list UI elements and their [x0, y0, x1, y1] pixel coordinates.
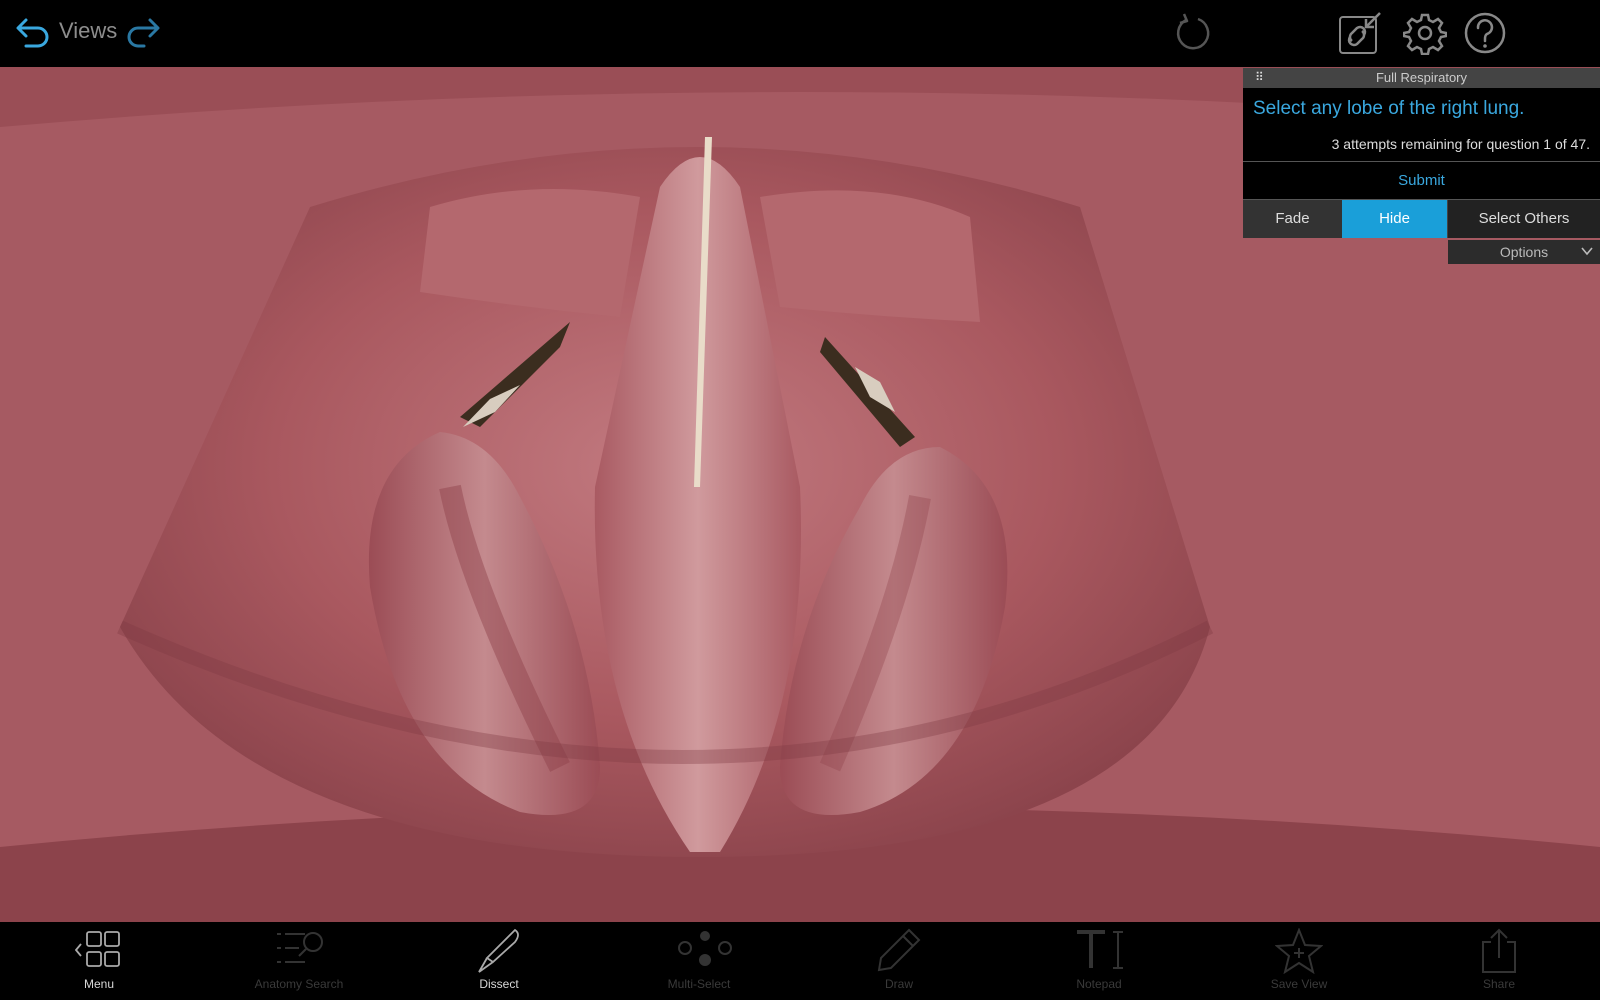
pencil-icon — [877, 928, 921, 972]
undo-arrow-icon[interactable] — [12, 16, 52, 50]
tool-label: Share — [1482, 977, 1516, 991]
quiz-header[interactable]: ⠿ Full Respiratory — [1243, 68, 1600, 88]
quiz-mode-selector: Fade Hide Select Others — [1243, 200, 1600, 238]
menu-button[interactable]: Menu — [34, 922, 164, 1000]
bottom-toolbar: Menu Anatomy Search Dissect Multi-Select — [0, 922, 1600, 1000]
quiz-attempts: 3 attempts remaining for question 1 of 4… — [1331, 136, 1590, 152]
tool-label: Menu — [83, 977, 115, 991]
save-view-button[interactable]: Save View — [1234, 922, 1364, 1000]
star-icon — [1275, 928, 1323, 974]
redo-arrow-icon[interactable] — [124, 16, 164, 50]
quiz-panel: ⠿ Full Respiratory Select any lobe of th… — [1243, 68, 1600, 264]
search-list-icon — [277, 932, 323, 963]
tool-label: Multi-Select — [667, 977, 731, 991]
scalpel-icon — [478, 928, 519, 973]
anatomy-search-button[interactable]: Anatomy Search — [234, 922, 364, 1000]
share-icon — [1482, 928, 1516, 973]
drag-handle-icon[interactable]: ⠿ — [1255, 70, 1264, 84]
gear-icon[interactable] — [1402, 11, 1448, 56]
hide-button[interactable]: Hide — [1342, 200, 1447, 238]
chevron-down-icon — [1580, 244, 1594, 263]
multi-select-button[interactable]: Multi-Select — [634, 922, 764, 1000]
link-icon[interactable] — [1338, 11, 1382, 55]
tool-label: Dissect — [479, 977, 519, 991]
tool-label: Save View — [1270, 977, 1328, 991]
views-label[interactable]: Views — [59, 18, 117, 44]
quiz-question: Select any lobe of the right lung. — [1253, 98, 1525, 119]
text-cursor-icon — [1077, 930, 1123, 969]
options-label: Options — [1499, 244, 1549, 260]
notepad-button[interactable]: Notepad — [1034, 922, 1164, 1000]
reset-view-icon[interactable] — [1172, 12, 1214, 54]
tool-label: Anatomy Search — [254, 977, 344, 991]
tool-label: Draw — [884, 977, 913, 991]
top-bar: Views — [0, 0, 1600, 67]
help-icon[interactable] — [1463, 11, 1507, 55]
submit-button[interactable]: Submit — [1243, 162, 1600, 200]
quiz-title: Full Respiratory — [1375, 70, 1468, 85]
multi-select-icon — [678, 931, 732, 966]
options-dropdown[interactable]: Options — [1448, 240, 1600, 264]
grid-menu-icon — [75, 931, 120, 967]
dissect-button[interactable]: Dissect — [434, 922, 564, 1000]
right-upper-fold[interactable] — [760, 190, 980, 322]
fade-button[interactable]: Fade — [1243, 200, 1342, 238]
share-button[interactable]: Share — [1434, 922, 1564, 1000]
quiz-body: Select any lobe of the right lung. 3 att… — [1243, 88, 1600, 162]
tool-label: Notepad — [1076, 977, 1122, 991]
select-others-button[interactable]: Select Others — [1447, 200, 1600, 238]
draw-button[interactable]: Draw — [834, 922, 964, 1000]
